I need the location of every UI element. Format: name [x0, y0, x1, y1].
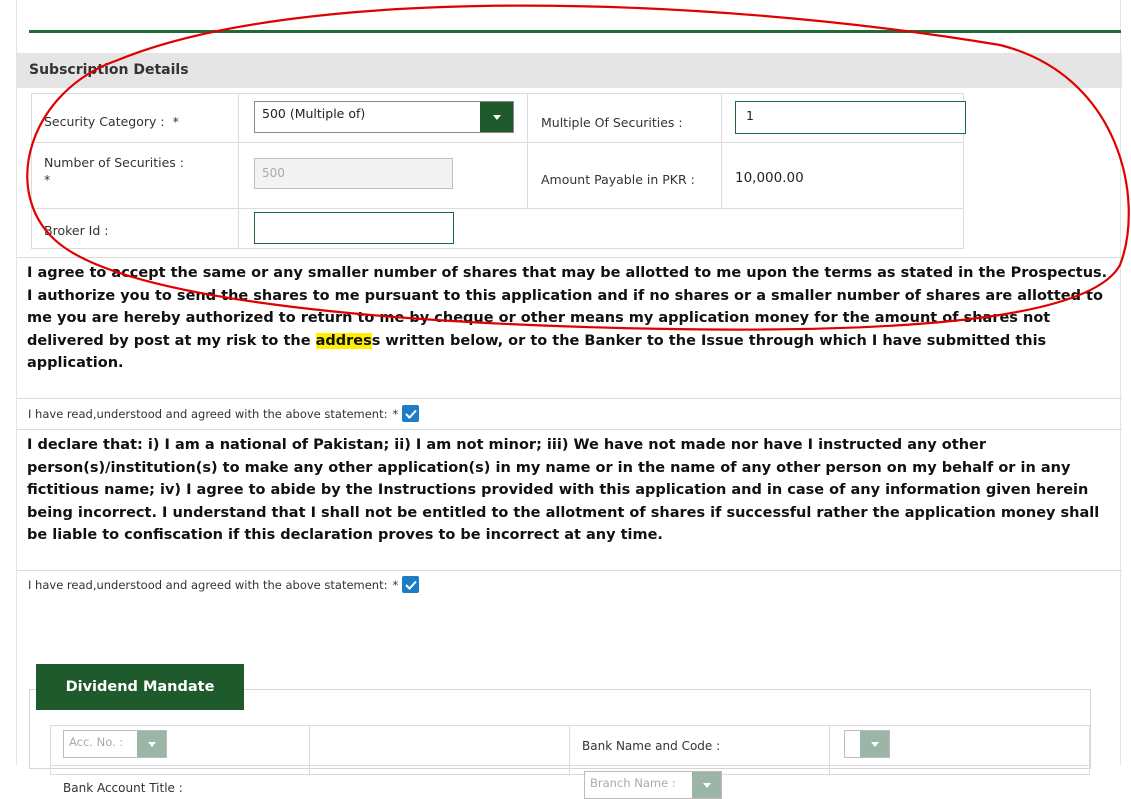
agree-statement-2: I have read,understood and agreed with t…: [28, 576, 420, 593]
agree-statement-1: I have read,understood and agreed with t…: [28, 405, 420, 422]
share-allotment-terms: I agree to accept the same or any smalle…: [27, 265, 1108, 371]
multiple-of-securities-input[interactable]: 1: [735, 101, 966, 134]
security-category-label: Security Category : *: [44, 114, 179, 129]
application-form: Subscription Details Security Category :…: [16, 0, 1122, 765]
col-divider: [527, 94, 528, 209]
row-divider: [32, 208, 963, 209]
multiple-of-securities-label: Multiple Of Securities :: [541, 115, 683, 130]
col-divider: [829, 726, 830, 776]
top-green-rule: [29, 30, 1121, 33]
broker-id-input[interactable]: [254, 212, 454, 244]
row-divider: [51, 765, 1089, 766]
col-divider: [569, 726, 570, 776]
national-declaration: I declare that: i) I am a national of Pa…: [27, 437, 1100, 543]
agree-checkbox-2[interactable]: [402, 576, 420, 593]
subscription-table: Security Category : * 500 (Multiple of) …: [31, 93, 966, 249]
checkmark-icon: [405, 409, 417, 419]
chevron-down-icon[interactable]: [860, 731, 889, 757]
divider: [17, 257, 1122, 258]
col-divider: [309, 726, 310, 776]
chevron-down-icon[interactable]: [137, 731, 166, 757]
amount-payable-value: 10,000.00: [735, 170, 804, 186]
dividend-mandate-table: Acc. No. : Bank Name and Code : Bank Acc…: [50, 725, 1090, 799]
agree-checkbox-1[interactable]: [402, 405, 420, 422]
chevron-down-icon[interactable]: [480, 102, 513, 132]
divider: [17, 429, 1122, 430]
acc-no-select[interactable]: Acc. No. :: [63, 730, 167, 758]
dividend-mandate-legend: Dividend Mandate: [36, 664, 244, 710]
amount-payable-label: Amount Payable in PKR :: [541, 172, 695, 187]
number-of-securities-input[interactable]: 500: [254, 158, 453, 189]
bank-name-label: Bank Name and Code :: [582, 739, 721, 753]
divider: [17, 398, 1122, 399]
bank-name-select[interactable]: [844, 730, 890, 758]
checkmark-icon: [405, 580, 417, 590]
col-divider: [238, 94, 239, 248]
security-category-select[interactable]: 500 (Multiple of): [254, 101, 514, 133]
subscription-details-header: Subscription Details: [17, 53, 1122, 88]
divider: [17, 570, 1122, 571]
branch-name-select[interactable]: Branch Name :: [584, 771, 722, 799]
broker-id-label: Broker Id :: [44, 223, 109, 238]
col-divider: [721, 94, 722, 209]
chevron-down-icon[interactable]: [692, 772, 721, 798]
number-of-securities-label: Number of Securities : *: [44, 155, 185, 187]
highlighted-word: addres: [315, 332, 372, 349]
bank-account-title-label: Bank Account Title :: [63, 781, 183, 795]
row-divider: [32, 142, 963, 143]
